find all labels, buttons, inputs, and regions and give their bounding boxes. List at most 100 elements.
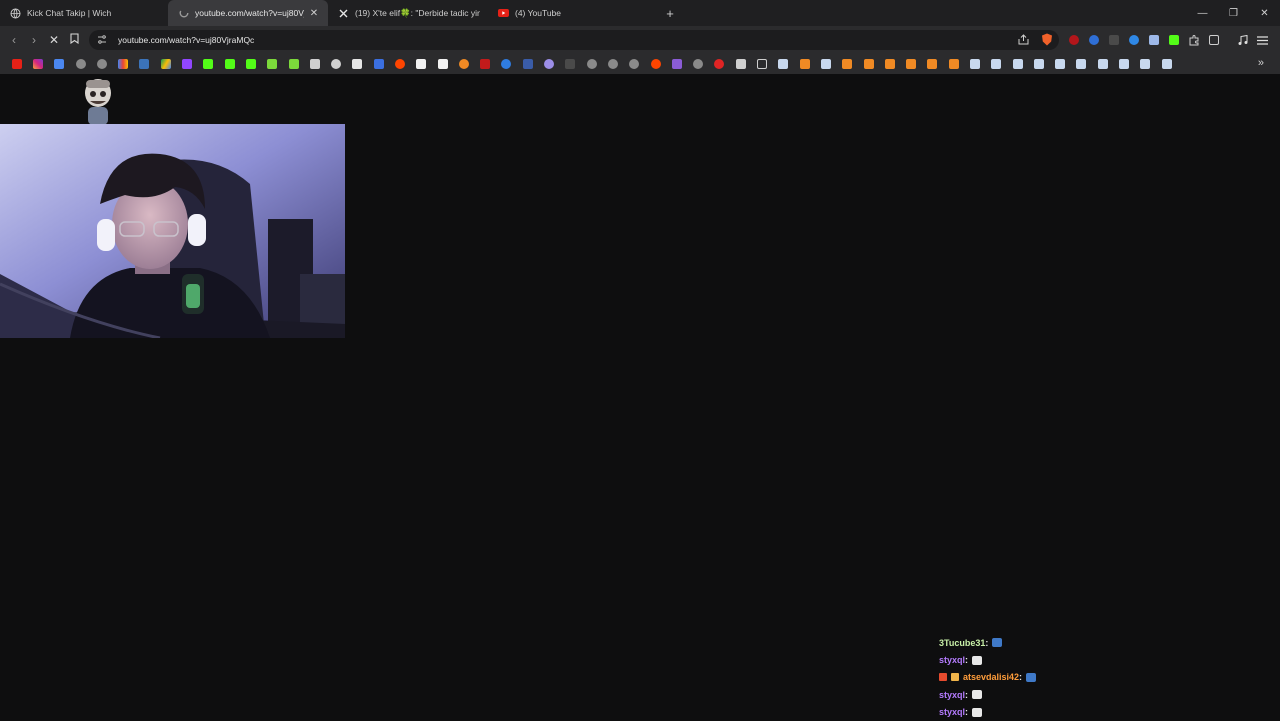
streamer-webcam-image <box>0 124 345 338</box>
page-content: 3Tucube31 : styxql : atsevdalisi42 : sty… <box>0 74 1280 720</box>
bookmark-wide-icon[interactable] <box>517 53 538 74</box>
bookmark-steam-icon[interactable] <box>773 53 794 74</box>
bookmark-globe-icon[interactable] <box>70 53 91 74</box>
window-extension-icon[interactable] <box>1144 30 1164 50</box>
bookmark-kick-icon[interactable] <box>240 53 261 74</box>
new-tab-button[interactable]: + <box>659 6 681 21</box>
emote-icon <box>972 655 983 665</box>
bookmark-anchor-icon[interactable] <box>304 53 325 74</box>
bookmark-page-button[interactable] <box>64 30 84 50</box>
emote-icon <box>972 707 983 717</box>
bookmark-reddit-icon[interactable] <box>389 53 410 74</box>
tab-youtube-watch[interactable]: youtube.com/watch?v=uj80Vjra ✕ <box>168 0 328 26</box>
chat-username: styxql <box>939 655 966 666</box>
chat-separator: : <box>985 637 989 648</box>
bookmark-patreon-icon[interactable] <box>411 53 432 74</box>
back-button[interactable]: ‹ <box>4 30 24 50</box>
bookmark-kick-dark-icon[interactable] <box>560 53 581 74</box>
x-logo-icon <box>338 8 349 19</box>
bookmark-red-icon[interactable] <box>475 53 496 74</box>
bookmark-orange-icon[interactable] <box>900 53 921 74</box>
media-controls-icon[interactable] <box>1232 30 1252 50</box>
share-icon[interactable] <box>1018 34 1029 47</box>
bookmark-orange-icon[interactable] <box>879 53 900 74</box>
bookmark-steam-icon[interactable] <box>1135 53 1156 74</box>
kick-extension-icon[interactable] <box>1164 30 1184 50</box>
blue-extension-icon[interactable] <box>1124 30 1144 50</box>
bookmark-blue-round-icon[interactable] <box>496 53 517 74</box>
audio-extension-icon[interactable] <box>1084 30 1104 50</box>
bookmark-steam-icon[interactable] <box>815 53 836 74</box>
close-window-button[interactable]: ✕ <box>1249 0 1280 26</box>
menu-icon[interactable] <box>1252 30 1272 50</box>
bookmark-reddit-icon[interactable] <box>645 53 666 74</box>
bookmark-x-icon[interactable] <box>347 53 368 74</box>
bookmark-red-dot-icon[interactable] <box>709 53 730 74</box>
bookmark-youtube-icon[interactable] <box>6 53 27 74</box>
bookmark-gray-icon[interactable] <box>730 53 751 74</box>
extensions-area <box>1064 30 1272 50</box>
bookmark-blue-icon[interactable] <box>368 53 389 74</box>
bookmark-orange-icon[interactable] <box>794 53 815 74</box>
bookmarks-overflow-button[interactable]: » <box>1258 57 1264 69</box>
bookmark-amazon-icon[interactable] <box>432 53 453 74</box>
bookmark-globe-icon[interactable] <box>624 53 645 74</box>
bookmark-kick-icon[interactable] <box>219 53 240 74</box>
bookmark-purple-icon[interactable] <box>538 53 559 74</box>
bookmark-twitch-icon[interactable] <box>176 53 197 74</box>
bookmark-globe-icon[interactable] <box>581 53 602 74</box>
site-info-icon[interactable] <box>97 34 109 46</box>
chat-separator: : <box>965 689 969 700</box>
chat-username: styxql <box>939 689 966 700</box>
user-badge-icon <box>939 673 947 682</box>
bookmark-steam-icon[interactable] <box>964 53 985 74</box>
bookmark-globe-icon[interactable] <box>91 53 112 74</box>
bookmark-steam-icon[interactable] <box>1050 53 1071 74</box>
minimize-button[interactable]: — <box>1187 0 1218 26</box>
bookmark-orange-icon[interactable] <box>837 53 858 74</box>
bookmark-green-icon[interactable] <box>262 53 283 74</box>
bookmarks-bar: » <box>0 53 1280 74</box>
ublock-icon[interactable] <box>1064 30 1084 50</box>
bookmark-orange-icon[interactable] <box>943 53 964 74</box>
bookmark-gmail-icon[interactable] <box>112 53 133 74</box>
tab-kick-chat[interactable]: Kick Chat Takip | Wich <box>0 0 168 26</box>
bookmark-steam-icon[interactable] <box>1007 53 1028 74</box>
globe-icon <box>10 8 21 19</box>
bookmark-folder-icon[interactable] <box>751 53 772 74</box>
chevron-right-icon: › <box>32 32 36 47</box>
bookmark-kick-icon[interactable] <box>198 53 219 74</box>
dim-extension-icon[interactable] <box>1104 30 1124 50</box>
bookmark-translate-icon[interactable] <box>49 53 70 74</box>
brave-shield-icon[interactable] <box>1041 33 1053 48</box>
bookmark-steam-icon[interactable] <box>1113 53 1134 74</box>
chat-message: styxql : <box>939 651 1239 668</box>
bookmark-orange-icon[interactable] <box>858 53 879 74</box>
stop-loading-button[interactable]: ✕ <box>44 30 64 50</box>
bookmark-globe-icon[interactable] <box>602 53 623 74</box>
bookmark-orange-icon[interactable] <box>922 53 943 74</box>
forward-button[interactable]: › <box>24 30 44 50</box>
bookmark-wide-icon[interactable] <box>134 53 155 74</box>
close-tab-icon[interactable]: ✕ <box>308 8 320 19</box>
bookmark-instagram-icon[interactable] <box>27 53 48 74</box>
bookmark-feather-icon[interactable] <box>666 53 687 74</box>
bookmark-steam-icon[interactable] <box>1028 53 1049 74</box>
bookmark-steam-icon[interactable] <box>1071 53 1092 74</box>
tab-youtube-home[interactable]: (4) YouTube <box>488 0 653 26</box>
bookmark-steam-icon[interactable] <box>986 53 1007 74</box>
restore-button[interactable]: ❐ <box>1218 0 1249 26</box>
bookmark-drive-icon[interactable] <box>155 53 176 74</box>
bookmark-globe-icon[interactable] <box>688 53 709 74</box>
sidebar-toggle-icon[interactable] <box>1204 30 1224 50</box>
chat-message: styxql : <box>939 686 1239 703</box>
address-bar[interactable]: youtube.com/watch?v=uj80VjraMQc <box>89 30 1059 50</box>
bookmark-orange-icon[interactable] <box>453 53 474 74</box>
puzzle-extensions-icon[interactable] <box>1184 30 1204 50</box>
bookmark-steam-icon[interactable] <box>1092 53 1113 74</box>
tab-x-post[interactable]: (19) X'te elif🍀: "Derbide tadic yine <box>328 0 488 26</box>
window-controls: — ❐ ✕ <box>1187 0 1280 26</box>
bookmark-steam-icon[interactable] <box>1156 53 1177 74</box>
bookmark-openai-icon[interactable] <box>325 53 346 74</box>
bookmark-green-icon[interactable] <box>283 53 304 74</box>
